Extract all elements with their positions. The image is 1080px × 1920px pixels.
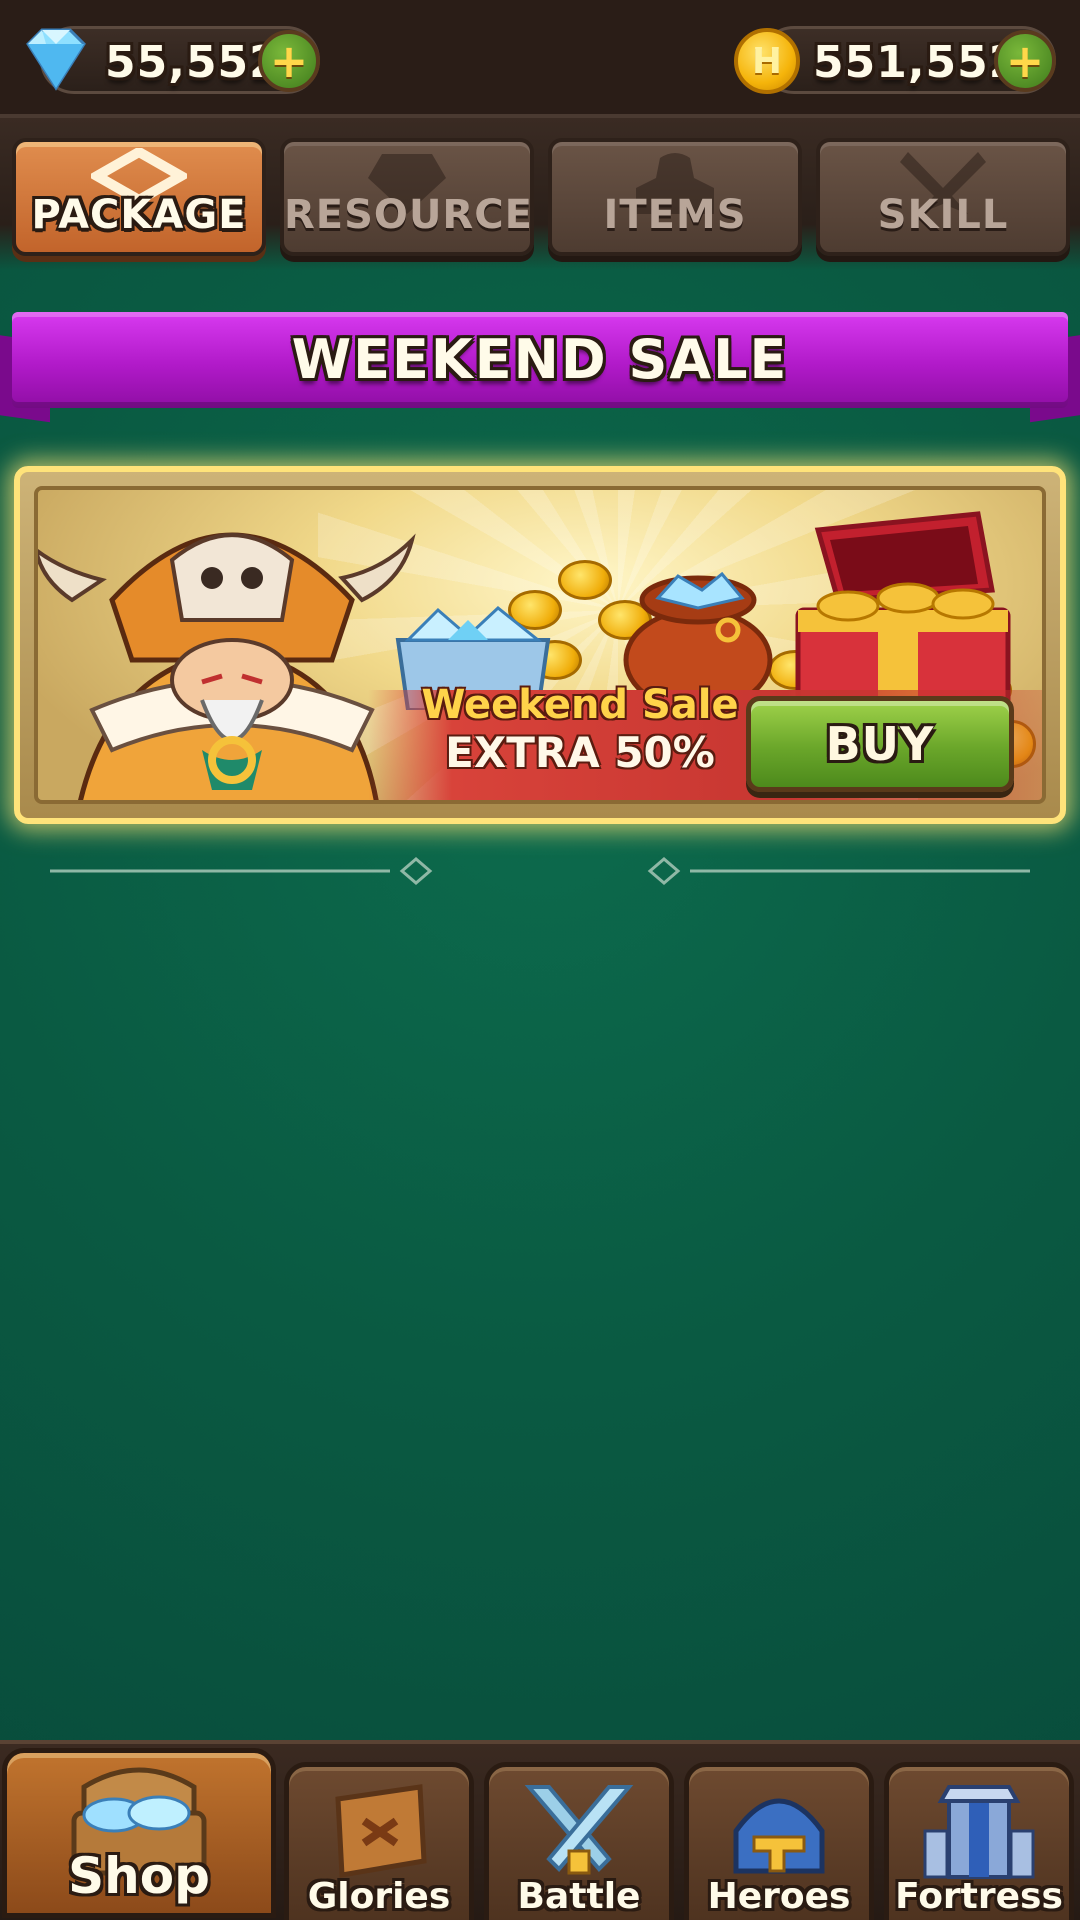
nav-shop[interactable]: Shop: [2, 1748, 276, 1918]
tab-items[interactable]: ITEMS: [548, 138, 802, 256]
top-bar: 55,552 + 551,552 H +: [0, 0, 1080, 118]
offer-bonus: EXTRA 50%: [445, 728, 715, 777]
buy-button[interactable]: BUY: [746, 696, 1014, 792]
book-icon: [335, 1784, 427, 1878]
diamond-icon: [26, 28, 86, 91]
ribbon-title: WEEKEND SALE: [291, 328, 789, 391]
tab-resources[interactable]: RESOURCES: [280, 138, 534, 256]
nav-label: Fortress: [895, 1876, 1063, 1917]
coin-icon: H: [734, 28, 800, 94]
weekend-sale-offer-card[interactable]: Weekend Sale EXTRA 50% BUY: [14, 466, 1066, 824]
add-coins-button[interactable]: +: [994, 30, 1056, 92]
plus-icon: +: [269, 34, 309, 88]
tab-label: SKILL: [877, 192, 1009, 238]
nav-label: Glories: [307, 1876, 451, 1917]
gem-count: 55,552: [105, 37, 281, 88]
nav-fortress[interactable]: Fortress: [884, 1762, 1074, 1920]
buy-button-label: BUY: [825, 717, 935, 771]
tower-icon: [923, 1785, 1035, 1879]
crossed-swords-icon: [524, 1785, 634, 1875]
coin-letter: H: [751, 40, 783, 82]
add-gems-button[interactable]: +: [258, 30, 320, 92]
tab-skill[interactable]: SKILL: [816, 138, 1070, 256]
tab-label: RESOURCES: [284, 192, 533, 238]
treasure-chest-icon: [795, 511, 1011, 709]
tab-label: ITEMS: [603, 192, 747, 238]
section-divider: [50, 857, 1030, 885]
plus-icon: +: [1005, 34, 1045, 88]
nav-heroes[interactable]: Heroes: [684, 1762, 874, 1920]
tab-package[interactable]: PACKAGE: [12, 138, 266, 256]
nav-glories[interactable]: Glories: [284, 1762, 474, 1920]
weekend-sale-ribbon: WEEKEND SALE: [0, 308, 1080, 423]
tab-label: PACKAGE: [31, 192, 247, 238]
nav-battle[interactable]: Battle: [484, 1762, 674, 1920]
nav-label: Shop: [68, 1847, 210, 1905]
nav-label: Battle: [517, 1876, 641, 1917]
helmet-icon: [733, 1798, 825, 1874]
nav-label: Heroes: [707, 1876, 851, 1917]
coin-count: 551,552: [813, 37, 1021, 88]
offer-title: Weekend Sale: [421, 682, 739, 728]
